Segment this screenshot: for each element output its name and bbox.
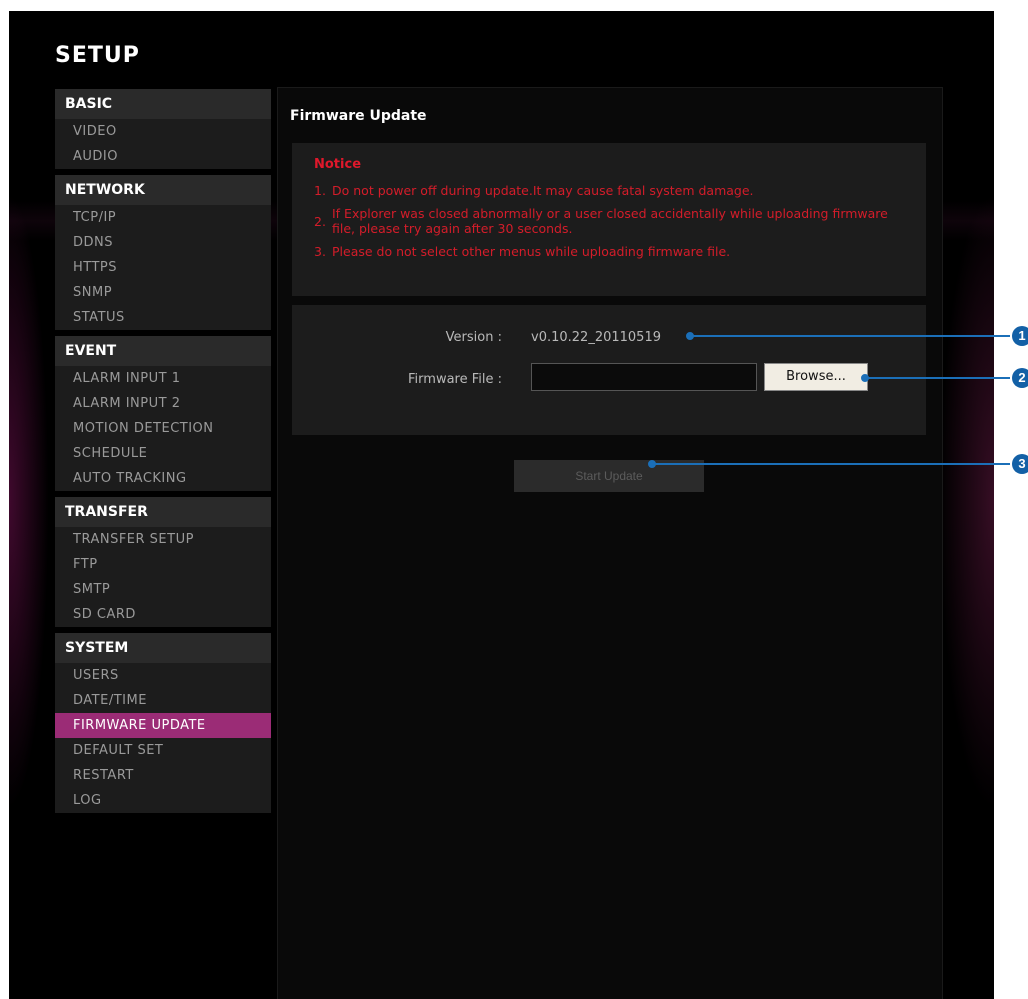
sidebar-group: BASIC VIDEO AUDIO: [55, 89, 271, 169]
sidebar-item[interactable]: SMTP: [55, 577, 271, 602]
sidebar-item[interactable]: ALARM INPUT 1: [55, 366, 271, 391]
sidebar-group: EVENT ALARM INPUT 1 ALARM INPUT 2 MOTION DE…: [55, 336, 271, 491]
callout-badge: 1: [1012, 326, 1028, 346]
sidebar-item[interactable]: ALARM INPUT 2: [55, 391, 271, 416]
notice-text: If Explorer was closed abnormally or a u…: [332, 206, 888, 236]
notice-item: 2. If Explorer was closed abnormally or …: [314, 206, 914, 236]
callout-badge: 2: [1012, 368, 1028, 388]
sidebar-group: NETWORK TCP/IP DDNS HTTPS SNMP STATUS: [55, 175, 271, 330]
sidebar-group-title[interactable]: BASIC: [55, 89, 271, 119]
version-value: v0.10.22_20110519: [531, 330, 661, 345]
sidebar-item[interactable]: FTP: [55, 552, 271, 577]
notice-list: 1. Do not power off during update.It may…: [314, 183, 914, 267]
page-title: Firmware Update: [290, 108, 427, 124]
notice-item: 3. Please do not select other menus whil…: [314, 244, 914, 259]
notice-text: Do not power off during update.It may ca…: [332, 183, 754, 198]
firmware-file-input[interactable]: [531, 363, 757, 391]
notice-number: 1.: [314, 183, 326, 198]
sidebar-group: TRANSFER TRANSFER SETUP FTP SMTP SD CARD: [55, 497, 271, 627]
firmware-file-label: Firmware File :: [408, 372, 502, 387]
notice-title: Notice: [314, 157, 362, 172]
sidebar-item[interactable]: TCP/IP: [55, 205, 271, 230]
sidebar-item[interactable]: STATUS: [55, 305, 271, 330]
sidebar-item[interactable]: RESTART: [55, 763, 271, 788]
sidebar-item[interactable]: AUDIO: [55, 144, 271, 169]
main-panel: Firmware Update Notice 1. Do not power o…: [277, 87, 943, 999]
sidebar-item[interactable]: DDNS: [55, 230, 271, 255]
sidebar-item[interactable]: MOTION DETECTION: [55, 416, 271, 441]
callout-badge: 3: [1012, 454, 1028, 474]
sidebar-item[interactable]: HTTPS: [55, 255, 271, 280]
page-heading: SETUP: [55, 43, 140, 68]
sidebar-group-title[interactable]: SYSTEM: [55, 633, 271, 663]
sidebar-item[interactable]: VIDEO: [55, 119, 271, 144]
sidebar-item[interactable]: LOG: [55, 788, 271, 813]
notice-text: Please do not select other menus while u…: [332, 244, 731, 259]
sidebar-menu: BASIC VIDEO AUDIO NETWORK TCP/IP DDNS HTTPS SNM…: [55, 89, 271, 819]
notice-box: Notice 1. Do not power off during update…: [292, 143, 926, 296]
sidebar-item[interactable]: TRANSFER SETUP: [55, 527, 271, 552]
sidebar-item[interactable]: USERS: [55, 663, 271, 688]
sidebar-item[interactable]: DEFAULT SET: [55, 738, 271, 763]
setup-page: SETUP BASIC VIDEO AUDIO NETWORK TCP/IP DDNS HT…: [9, 11, 994, 999]
firmware-form: Version : v0.10.22_20110519 Firmware Fil…: [292, 305, 926, 435]
version-label: Version :: [445, 330, 502, 345]
sidebar-group-title[interactable]: NETWORK: [55, 175, 271, 205]
sidebar-group-title[interactable]: TRANSFER: [55, 497, 271, 527]
notice-number: 2.: [314, 214, 326, 229]
sidebar-item[interactable]: FIRMWARE UPDATE: [55, 713, 271, 738]
background-glow: [9, 191, 49, 811]
notice-item: 1. Do not power off during update.It may…: [314, 183, 914, 198]
sidebar-item[interactable]: DATE/TIME: [55, 688, 271, 713]
sidebar-item[interactable]: SCHEDULE: [55, 441, 271, 466]
sidebar-group-title[interactable]: EVENT: [55, 336, 271, 366]
background-glow: [939, 191, 994, 811]
sidebar-item[interactable]: AUTO TRACKING: [55, 466, 271, 491]
notice-number: 3.: [314, 244, 326, 259]
sidebar-item[interactable]: SD CARD: [55, 602, 271, 627]
start-update-button[interactable]: Start Update: [514, 460, 704, 492]
browse-button[interactable]: Browse...: [764, 363, 868, 391]
sidebar-item[interactable]: SNMP: [55, 280, 271, 305]
sidebar-group: SYSTEM USERS DATE/TIME FIRMWARE UPDATE DEFAU…: [55, 633, 271, 813]
